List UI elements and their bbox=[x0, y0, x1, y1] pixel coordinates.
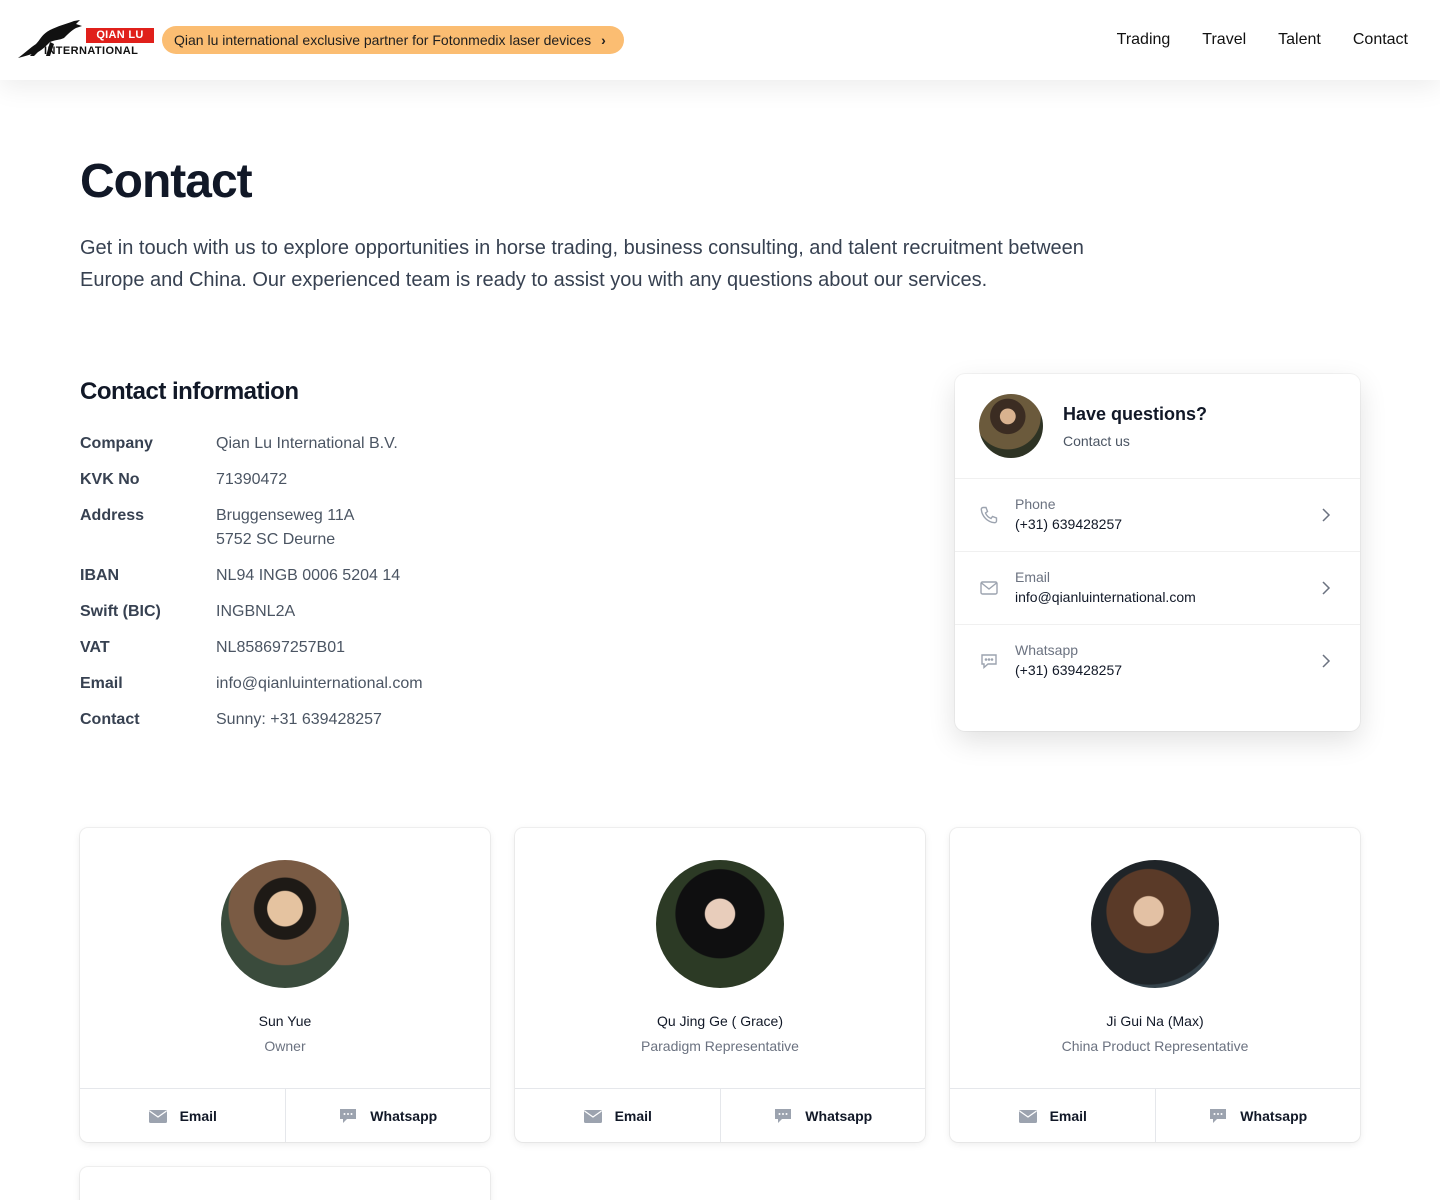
whatsapp-button[interactable]: Whatsapp bbox=[284, 1089, 491, 1142]
info-row-contact: Contact Sunny: +31 639428257 bbox=[80, 708, 680, 732]
team-card-partial bbox=[80, 1167, 490, 1200]
email-button[interactable]: Email bbox=[515, 1089, 720, 1142]
address-line-2: 5752 SC Deurne bbox=[216, 531, 336, 548]
chevron-right-icon: › bbox=[601, 32, 606, 48]
avatar bbox=[1091, 860, 1219, 988]
team-member-name: Ji Gui Na (Max) bbox=[1106, 1013, 1204, 1029]
avatar bbox=[656, 860, 784, 988]
mail-icon bbox=[148, 1109, 167, 1123]
questions-title: Have questions? bbox=[1063, 403, 1208, 424]
mail-icon bbox=[1018, 1109, 1037, 1123]
mail-icon bbox=[583, 1109, 602, 1123]
company-logo[interactable]: QIAN LU INTERNATIONAL bbox=[16, 18, 154, 62]
whatsapp-button-label: Whatsapp bbox=[1240, 1107, 1308, 1124]
nav-contact[interactable]: Contact bbox=[1353, 31, 1408, 49]
team-card-actions: Email Whatsapp bbox=[950, 1088, 1360, 1142]
info-row-iban: IBAN NL94 INGB 0006 5204 14 bbox=[80, 564, 680, 588]
avatar bbox=[221, 860, 349, 988]
email-button-label: Email bbox=[179, 1107, 217, 1124]
info-label: Address bbox=[80, 507, 145, 524]
chevron-right-icon bbox=[1322, 508, 1331, 522]
nav-travel[interactable]: Travel bbox=[1202, 31, 1246, 49]
chat-icon bbox=[340, 1108, 357, 1123]
intro-text: Get in touch with us to explore opportun… bbox=[80, 237, 1084, 291]
logo-wordmark: INTERNATIONAL bbox=[44, 45, 139, 57]
info-value: info@qianluinternational.com bbox=[216, 675, 423, 692]
main-nav: Trading Travel Talent Contact bbox=[1117, 0, 1408, 80]
avatar bbox=[979, 394, 1043, 458]
info-value: Sunny: +31 639428257 bbox=[216, 711, 382, 728]
team-member-name: Sun Yue bbox=[258, 1013, 312, 1029]
nav-talent[interactable]: Talent bbox=[1278, 31, 1321, 49]
info-value: NL858697257B01 bbox=[216, 639, 346, 656]
info-label: Swift (BIC) bbox=[80, 603, 161, 620]
phone-icon bbox=[980, 506, 998, 524]
email-value: info@qianluinternational.com bbox=[1015, 589, 1196, 605]
site-header: QIAN LU INTERNATIONAL Qian lu internatio… bbox=[0, 0, 1440, 80]
info-label: Company bbox=[80, 435, 153, 452]
team-card-grace: Qu Jing Ge ( Grace) Paradigm Representat… bbox=[515, 828, 925, 1142]
page-title: Contact bbox=[80, 155, 253, 208]
whatsapp-button-label: Whatsapp bbox=[805, 1107, 873, 1124]
info-row-company: Company Qian Lu International B.V. bbox=[80, 432, 680, 456]
team-card-max: Ji Gui Na (Max) China Product Representa… bbox=[950, 828, 1360, 1142]
email-button[interactable]: Email bbox=[950, 1089, 1155, 1142]
whatsapp-value: (+31) 639428257 bbox=[1015, 662, 1123, 678]
questions-card: Have questions? Contact us Phone (+31) 6… bbox=[955, 374, 1360, 731]
team-member-role: China Product Representative bbox=[1061, 1038, 1249, 1054]
chat-icon bbox=[981, 654, 997, 670]
info-label: Contact bbox=[80, 711, 140, 728]
questions-subtitle: Contact us bbox=[1063, 432, 1130, 449]
contact-phone-item[interactable]: Phone (+31) 639428257 bbox=[955, 478, 1360, 551]
contact-email-item[interactable]: Email info@qianluinternational.com bbox=[955, 551, 1360, 624]
info-value: Bruggenseweg 11A 5752 SC Deurne bbox=[216, 504, 354, 552]
info-row-address: Address Bruggenseweg 11A 5752 SC Deurne bbox=[80, 504, 680, 552]
info-value: Qian Lu International B.V. bbox=[216, 435, 398, 452]
contact-info-table: Company Qian Lu International B.V. KVK N… bbox=[80, 432, 680, 744]
info-value: NL94 INGB 0006 5204 14 bbox=[216, 567, 401, 584]
promo-text: Qian lu international exclusive partner … bbox=[174, 32, 592, 48]
team-member-role: Owner bbox=[264, 1038, 306, 1054]
info-label: IBAN bbox=[80, 567, 120, 584]
info-value: 71390472 bbox=[216, 471, 288, 488]
info-label: KVK No bbox=[80, 471, 140, 488]
contact-info-title: Contact information bbox=[80, 378, 299, 405]
promo-banner-link[interactable]: Qian lu international exclusive partner … bbox=[162, 26, 624, 54]
info-label: Email bbox=[80, 675, 123, 692]
mail-icon bbox=[980, 581, 998, 595]
email-button[interactable]: Email bbox=[80, 1089, 285, 1142]
whatsapp-button[interactable]: Whatsapp bbox=[1154, 1089, 1361, 1142]
info-value: INGBNL2A bbox=[216, 603, 296, 620]
address-line-1: Bruggenseweg 11A bbox=[216, 507, 355, 524]
email-label: Email bbox=[1015, 569, 1051, 585]
phone-label: Phone bbox=[1015, 496, 1056, 512]
team-card-sun-yue: Sun Yue Owner Email Whatsapp bbox=[80, 828, 490, 1142]
nav-trading[interactable]: Trading bbox=[1117, 31, 1171, 49]
team-card-actions: Email Whatsapp bbox=[80, 1088, 490, 1142]
logo-badge: QIAN LU bbox=[86, 28, 154, 43]
info-label: VAT bbox=[80, 639, 110, 656]
chat-icon bbox=[775, 1108, 792, 1123]
info-row-kvk: KVK No 71390472 bbox=[80, 468, 680, 492]
phone-value: (+31) 639428257 bbox=[1015, 516, 1123, 532]
team-card-actions: Email Whatsapp bbox=[515, 1088, 925, 1142]
info-row-swift: Swift (BIC) INGBNL2A bbox=[80, 600, 680, 624]
email-button-label: Email bbox=[1049, 1107, 1087, 1124]
team-member-name: Qu Jing Ge ( Grace) bbox=[656, 1013, 784, 1029]
questions-card-header: Have questions? Contact us bbox=[979, 394, 1207, 458]
chevron-right-icon bbox=[1322, 654, 1331, 668]
chevron-right-icon bbox=[1322, 581, 1331, 595]
email-button-label: Email bbox=[614, 1107, 652, 1124]
whatsapp-label: Whatsapp bbox=[1015, 642, 1079, 658]
info-row-vat: VAT NL858697257B01 bbox=[80, 636, 680, 660]
whatsapp-button[interactable]: Whatsapp bbox=[719, 1089, 926, 1142]
team-member-role: Paradigm Representative bbox=[641, 1038, 799, 1054]
contact-whatsapp-item[interactable]: Whatsapp (+31) 639428257 bbox=[955, 624, 1360, 697]
whatsapp-button-label: Whatsapp bbox=[370, 1107, 438, 1124]
info-row-email: Email info@qianluinternational.com bbox=[80, 672, 680, 696]
chat-icon bbox=[1210, 1108, 1227, 1123]
